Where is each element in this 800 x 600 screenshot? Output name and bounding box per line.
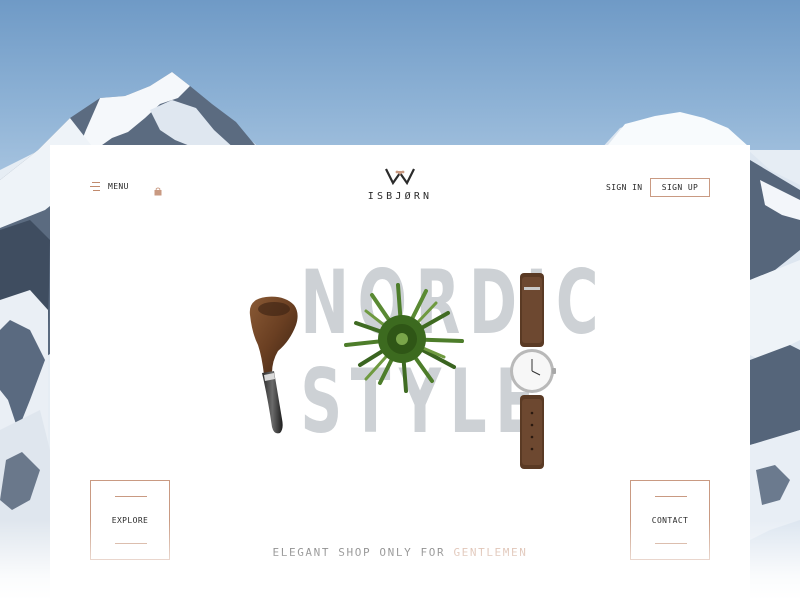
contact-button[interactable]: CONTACT xyxy=(630,480,710,560)
tagline: ELEGANT SHOP ONLY FOR GENTLEMEN xyxy=(200,546,600,559)
contact-label: CONTACT xyxy=(651,515,689,525)
tagline-text: ELEGANT SHOP ONLY FOR xyxy=(272,546,454,559)
main-card: MENU ISBJØRN SIGN IN SIGN UP NORDIC STYL… xyxy=(50,145,750,600)
pipe-image xyxy=(244,295,306,437)
explore-button[interactable]: EXPLORE xyxy=(90,480,170,560)
explore-label: EXPLORE xyxy=(111,515,149,525)
tagline-accent: GENTLEMEN xyxy=(453,546,528,559)
watch-image xyxy=(508,273,556,469)
plant-image xyxy=(336,283,468,393)
